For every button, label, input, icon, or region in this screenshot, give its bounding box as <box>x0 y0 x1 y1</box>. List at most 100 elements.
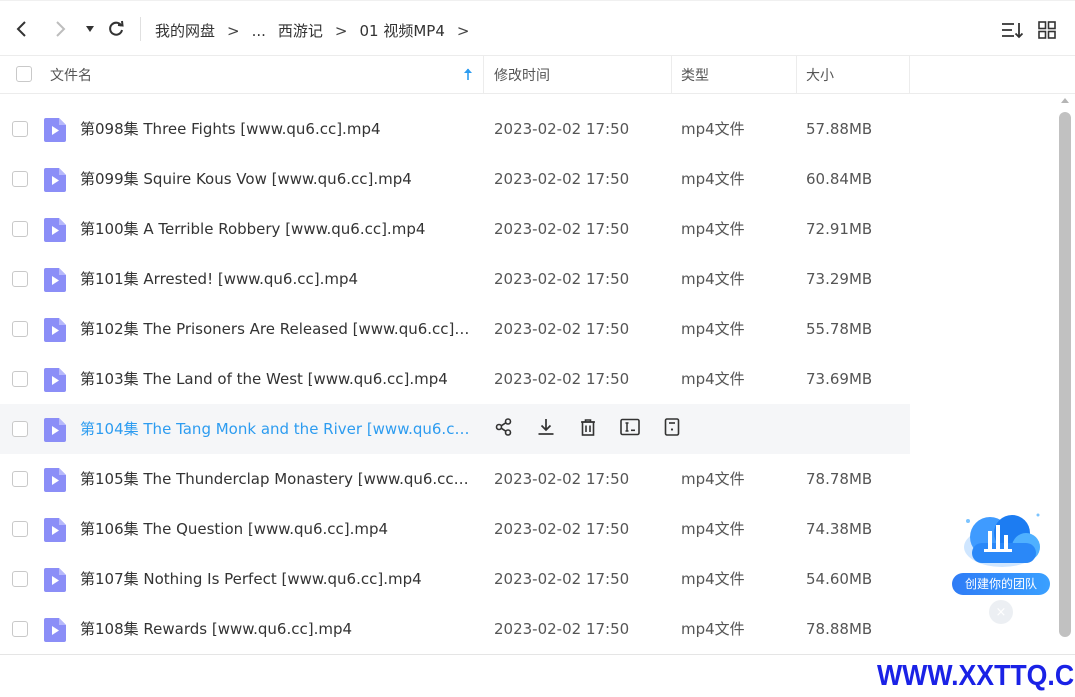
table-row[interactable]: 第101集 Arrested! [www.qu6.cc].mp4 2023-02-… <box>0 254 910 304</box>
row-checkbox[interactable] <box>12 571 28 587</box>
file-name[interactable]: 第105集 The Thunderclap Monastery [www.qu6… <box>80 454 472 504</box>
breadcrumb-item-ellipsis[interactable]: ... <box>252 22 266 40</box>
file-type: mp4文件 <box>681 570 745 588</box>
modified-time: 2023-02-02 17:50 <box>494 220 630 238</box>
file-name[interactable]: 第108集 Rewards [www.qu6.cc].mp4 <box>80 604 472 654</box>
video-file-icon <box>44 318 66 342</box>
download-button[interactable] <box>536 419 556 439</box>
file-size: 73.29MB <box>806 270 873 288</box>
modified-time: 2023-02-02 17:50 <box>494 120 630 138</box>
toolbar: 我的网盘 > ... 西游记 > 01 视频MP4 > <box>0 0 1075 56</box>
breadcrumb: 我的网盘 > ... 西游记 > 01 视频MP4 > <box>155 20 481 41</box>
breadcrumb-separator: > <box>334 21 348 40</box>
video-file-icon <box>44 418 66 442</box>
cloud-chart-icon <box>964 513 1040 567</box>
file-size: 54.60MB <box>806 570 873 588</box>
rename-icon <box>620 418 640 440</box>
view-toggle-button[interactable] <box>1038 21 1056 43</box>
file-size: 60.84MB <box>806 170 873 188</box>
sort-icon <box>1002 23 1024 39</box>
table-row[interactable]: 第102集 The Prisoners Are Released [www.qu… <box>0 304 910 354</box>
breadcrumb-item-video[interactable]: 01 视频MP4 <box>360 20 445 41</box>
header-name[interactable]: 文件名 <box>50 56 92 94</box>
row-checkbox[interactable] <box>12 621 28 637</box>
breadcrumb-item-xiyouji[interactable]: 西游记 <box>278 20 323 41</box>
column-divider <box>483 56 484 94</box>
file-name[interactable]: 第106集 The Question [www.qu6.cc].mp4 <box>80 504 472 554</box>
table-row[interactable]: 第103集 The Land of the West [www.qu6.cc].… <box>0 354 910 404</box>
row-checkbox[interactable] <box>12 121 28 137</box>
file-name[interactable]: 第104集 The Tang Monk and the River [www.q… <box>80 404 472 454</box>
sort-button[interactable] <box>1001 21 1024 43</box>
close-icon: × <box>995 604 1007 620</box>
file-type: mp4文件 <box>681 370 745 388</box>
file-name[interactable]: 第102集 The Prisoners Are Released [www.qu… <box>80 304 472 354</box>
file-type: mp4文件 <box>681 470 745 488</box>
column-divider <box>909 56 910 94</box>
file-name[interactable]: 第098集 Three Fights [www.qu6.cc].mp4 <box>80 104 472 154</box>
table-row[interactable]: 第098集 Three Fights [www.qu6.cc].mp4 2023-… <box>0 104 910 154</box>
video-file-icon <box>44 368 66 392</box>
back-button[interactable] <box>10 17 34 41</box>
video-file-icon <box>44 618 66 642</box>
file-name[interactable]: 第099集 Squire Kous Vow [www.qu6.cc].mp4 <box>80 154 472 204</box>
video-file-icon <box>44 118 66 142</box>
file-name[interactable]: 第107集 Nothing Is Perfect [www.qu6.cc].mp… <box>80 554 472 604</box>
row-checkbox[interactable] <box>12 171 28 187</box>
video-file-icon <box>44 518 66 542</box>
table-row[interactable]: 第106集 The Question [www.qu6.cc].mp4 2023-… <box>0 504 910 554</box>
chevron-right-icon <box>56 21 66 37</box>
file-name[interactable]: 第103集 The Land of the West [www.qu6.cc].… <box>80 354 472 404</box>
delete-icon <box>579 418 597 440</box>
breadcrumb-separator: > <box>227 21 240 40</box>
table-header: 文件名 修改时间 类型 大小 <box>0 56 1075 94</box>
refresh-icon <box>109 20 124 36</box>
header-time[interactable]: 修改时间 <box>494 56 550 94</box>
row-checkbox[interactable] <box>12 271 28 287</box>
file-name[interactable]: 第101集 Arrested! [www.qu6.cc].mp4 <box>80 254 472 304</box>
row-checkbox[interactable] <box>12 321 28 337</box>
share-button[interactable] <box>494 418 514 439</box>
modified-time: 2023-02-02 17:50 <box>494 370 630 388</box>
file-size: 73.69MB <box>806 370 873 388</box>
file-type: mp4文件 <box>681 320 745 338</box>
file-name[interactable]: 第100集 A Terrible Robbery [www.qu6.cc].mp… <box>80 204 472 254</box>
file-type: mp4文件 <box>681 520 745 538</box>
select-all-checkbox[interactable] <box>16 66 32 82</box>
caret-down-icon <box>86 26 94 32</box>
file-size: 57.88MB <box>806 120 873 138</box>
breadcrumb-item-root[interactable]: 我的网盘 <box>155 20 215 41</box>
row-checkbox[interactable] <box>12 521 28 537</box>
video-file-icon <box>44 468 66 492</box>
file-type: mp4文件 <box>681 620 745 638</box>
scrollbar-thumb[interactable] <box>1059 112 1071 637</box>
row-checkbox[interactable] <box>12 421 28 437</box>
modified-time: 2023-02-02 17:50 <box>494 620 630 638</box>
table-row[interactable]: 第104集 The Tang Monk and the River [www.q… <box>0 404 910 454</box>
row-checkbox[interactable] <box>12 471 28 487</box>
table-row[interactable]: 第099集 Squire Kous Vow [www.qu6.cc].mp4 20… <box>0 154 910 204</box>
scroll-up-arrow[interactable] <box>1061 98 1069 103</box>
more-button[interactable] <box>662 418 682 439</box>
file-type: mp4文件 <box>681 120 745 138</box>
forward-button[interactable] <box>48 17 72 41</box>
table-row[interactable]: 第107集 Nothing Is Perfect [www.qu6.cc].mp… <box>0 554 910 604</box>
video-file-icon <box>44 218 66 242</box>
close-team-widget-button[interactable]: × <box>989 600 1013 624</box>
delete-button[interactable] <box>578 419 598 439</box>
row-checkbox[interactable] <box>12 221 28 237</box>
create-team-label[interactable]: 创建你的团队 <box>952 573 1050 595</box>
table-row[interactable]: 第108集 Rewards [www.qu6.cc].mp4 2023-02-02… <box>0 604 910 654</box>
header-type[interactable]: 类型 <box>681 56 709 94</box>
row-checkbox[interactable] <box>12 371 28 387</box>
file-size: 78.78MB <box>806 470 873 488</box>
header-size[interactable]: 大小 <box>806 56 834 94</box>
refresh-button[interactable] <box>104 17 128 41</box>
history-dropdown-button[interactable] <box>78 17 102 41</box>
column-divider <box>796 56 797 94</box>
grid-view-icon <box>1038 21 1056 39</box>
create-team-widget[interactable]: 创建你的团队 <box>950 503 1050 598</box>
table-row[interactable]: 第100集 A Terrible Robbery [www.qu6.cc].mp… <box>0 204 910 254</box>
table-row[interactable]: 第105集 The Thunderclap Monastery [www.qu6… <box>0 454 910 504</box>
rename-button[interactable] <box>620 418 640 440</box>
